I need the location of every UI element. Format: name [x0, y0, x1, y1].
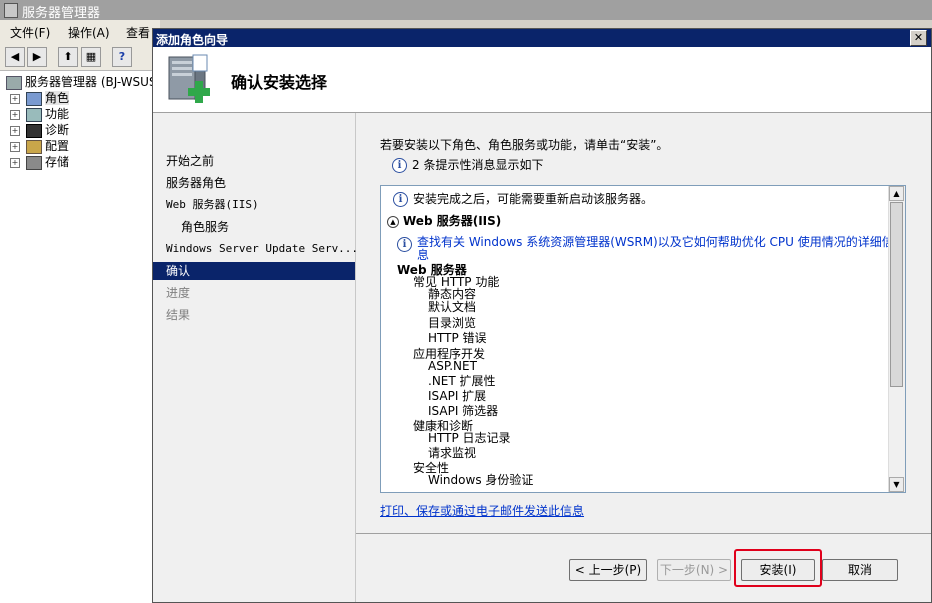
up-folder-icon[interactable]: ⬆: [58, 47, 78, 67]
print-save-email-link[interactable]: 打印、保存或通过电子邮件发送此信息: [380, 502, 584, 519]
storage-icon: [26, 155, 42, 170]
diagnostics-icon: [26, 123, 42, 138]
tree-root[interactable]: 服务器管理器 (BJ-WSUS: [6, 73, 157, 90]
feature-item: Windows 身份验证: [428, 473, 534, 487]
next-button: 下一步(N) >: [657, 559, 731, 581]
add-roles-wizard-dialog: 添加角色向导 ✕ 确认安装选择 开始之前 服务器角色 Web 服务器(IIS) …: [152, 28, 932, 603]
info-icon: i: [392, 158, 407, 173]
server-manager-titlebar: 服务器管理器: [0, 0, 932, 21]
wsrm-info-row: i 查找有关 Windows 系统资源管理器(WSRM)以及它如何帮助优化 CPU…: [397, 236, 897, 262]
server-manager-icon: [4, 3, 18, 18]
server-manager-tree: 服务器管理器 (BJ-WSUS + 角色 + 功能 + 诊断 + 配置 + 存储: [0, 71, 157, 603]
menu-file[interactable]: 文件(F): [10, 24, 50, 41]
confirmation-panel: 若要安装以下角色、角色服务或功能，请单击“安装”。 i2 条提示性消息显示如下 …: [356, 113, 931, 533]
step-before-you-begin[interactable]: 开始之前: [153, 152, 355, 170]
menu-action[interactable]: 操作(A): [68, 24, 110, 41]
tree-item-diagnostics[interactable]: + 诊断: [10, 121, 69, 138]
server-manager-menubar: 文件(F) 操作(A) 查看: [0, 20, 160, 42]
wizard-steps-nav: 开始之前 服务器角色 Web 服务器(IIS) 角色服务 Windows Ser…: [153, 113, 358, 602]
info-message-count: i2 条提示性消息显示如下: [392, 156, 543, 173]
server-manager-title: 服务器管理器: [22, 6, 101, 21]
back-arrow-icon[interactable]: ◀: [5, 47, 25, 67]
show-hide-tree-icon[interactable]: ▦: [81, 47, 101, 67]
feature-item: HTTP 日志记录: [428, 431, 511, 445]
dialog-titlebar[interactable]: 添加角色向导 ✕: [153, 29, 931, 47]
cancel-button[interactable]: 取消: [822, 559, 898, 581]
previous-button[interactable]: < 上一步(P): [569, 559, 647, 581]
footer-divider: [356, 533, 931, 534]
info-icon: i: [393, 192, 408, 207]
forward-arrow-icon[interactable]: ▶: [27, 47, 47, 67]
feature-item: 请求监视: [428, 446, 477, 460]
collapse-icon[interactable]: ▲: [387, 215, 399, 228]
close-icon[interactable]: ✕: [910, 30, 927, 46]
tree-item-configuration[interactable]: + 配置: [10, 137, 69, 154]
menu-view[interactable]: 查看: [126, 24, 150, 41]
feature-item: ASP.NET: [428, 359, 477, 373]
install-button[interactable]: 安装(I): [741, 559, 815, 581]
tree-item-storage[interactable]: + 存储: [10, 153, 69, 170]
intro-text: 若要安装以下角色、角色服务或功能，请单击“安装”。: [380, 138, 669, 152]
scroll-up-icon[interactable]: ▲: [889, 186, 904, 201]
scroll-down-icon[interactable]: ▼: [889, 477, 904, 492]
feature-item: .NET 扩展性: [428, 374, 496, 388]
expand-icon[interactable]: +: [10, 157, 20, 168]
feature-item: ISAPI 扩展: [428, 389, 487, 403]
step-progress: 进度: [166, 286, 191, 300]
server-add-icon: [168, 54, 210, 103]
step-wsus[interactable]: Windows Server Update Serv...: [153, 240, 358, 258]
step-server-roles[interactable]: 服务器角色: [153, 174, 355, 192]
scroll-thumb[interactable]: [890, 202, 903, 387]
step-role-services[interactable]: 角色服务: [153, 218, 355, 236]
tree-item-features[interactable]: + 功能: [10, 105, 69, 122]
expand-icon[interactable]: +: [10, 125, 20, 136]
selection-summary-list[interactable]: i 安装完成之后，可能需要重新启动该服务器。 ▲ Web 服务器(IIS) i 查找有…: [380, 185, 906, 493]
step-web-server-iis[interactable]: Web 服务器(IIS): [153, 196, 355, 214]
expand-icon[interactable]: +: [10, 141, 20, 152]
section-web-server-header[interactable]: ▲ Web 服务器(IIS): [387, 215, 501, 228]
feature-item: HTTP 错误: [428, 331, 487, 345]
restart-message: i 安装完成之后，可能需要重新启动该服务器。: [393, 192, 653, 207]
roles-icon: [26, 91, 42, 106]
feature-item: 默认文档: [428, 300, 477, 314]
dialog-title: 添加角色向导: [156, 33, 229, 47]
features-icon: [26, 107, 42, 122]
list-scrollbar[interactable]: ▲ ▼: [888, 186, 905, 492]
info-icon: i: [397, 237, 412, 252]
page-heading: 确认安装选择: [231, 73, 328, 92]
step-results: 结果: [166, 308, 191, 322]
feature-item: ISAPI 筛选器: [428, 404, 499, 418]
expand-icon[interactable]: +: [10, 93, 20, 104]
wsrm-help-link[interactable]: 查找有关 Windows 系统资源管理器(WSRM)以及它如何帮助优化 CPU …: [417, 235, 894, 262]
configuration-icon: [26, 139, 42, 154]
server-icon-small: [6, 75, 22, 90]
step-confirmation[interactable]: 确认: [153, 262, 355, 280]
server-manager-toolbar: ◀ ▶ ⬆ ▦ ?: [0, 42, 160, 71]
dialog-header: 确认安装选择: [153, 47, 931, 113]
help-icon[interactable]: ?: [112, 47, 132, 67]
expand-icon[interactable]: +: [10, 109, 20, 120]
tree-item-roles[interactable]: + 角色: [10, 89, 70, 106]
feature-item: 目录浏览: [428, 316, 477, 330]
